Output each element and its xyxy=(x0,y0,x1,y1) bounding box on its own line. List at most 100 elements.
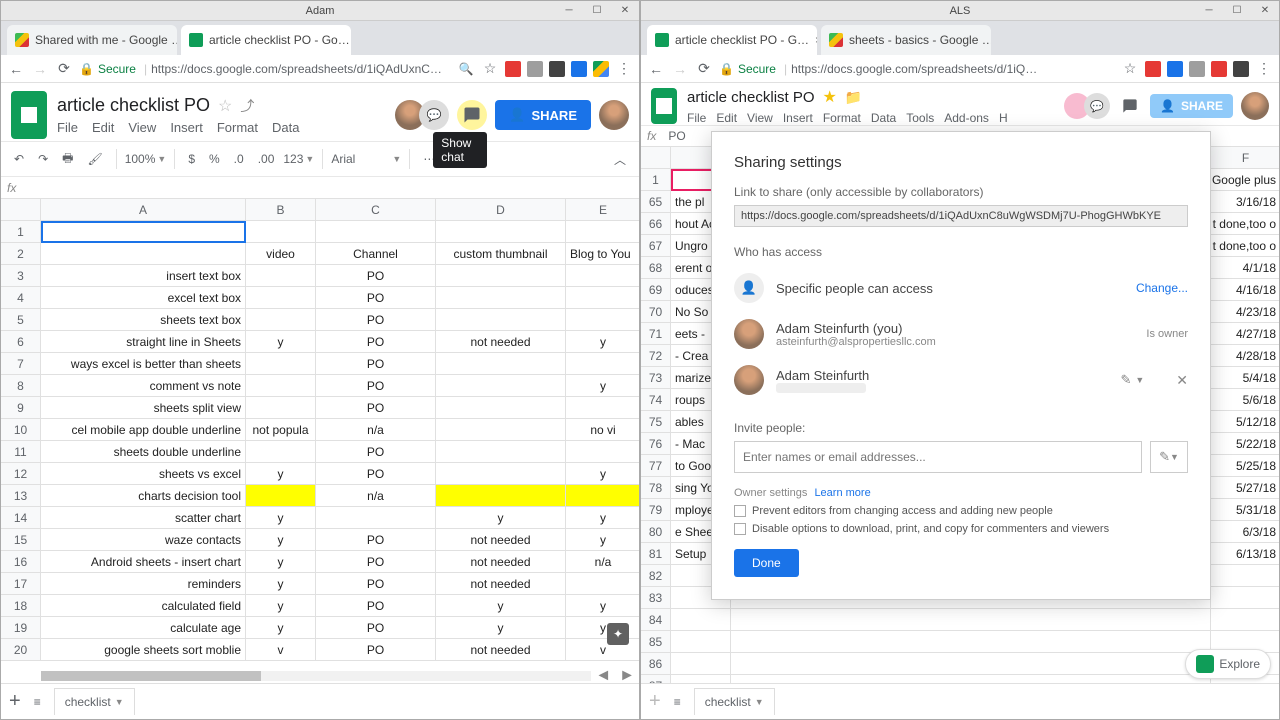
all-sheets-button[interactable]: ≡ xyxy=(29,692,46,712)
url-field[interactable]: 🔒 Secure | https://docs.google.com/sprea… xyxy=(79,62,451,76)
cell[interactable]: Blog to You xyxy=(566,243,639,265)
minimize-button[interactable]: ─ xyxy=(559,4,579,18)
explore-button[interactable]: Explore xyxy=(1185,649,1271,679)
cell[interactable]: not needed xyxy=(436,551,566,573)
sheets-logo-icon[interactable] xyxy=(651,88,677,124)
cell[interactable]: 73 xyxy=(641,367,671,389)
cell[interactable]: 86 xyxy=(641,653,671,675)
cell[interactable]: PO xyxy=(316,573,436,595)
cell[interactable] xyxy=(566,441,639,463)
cell[interactable]: 19 xyxy=(1,617,41,639)
dec-increase-button[interactable]: .00 xyxy=(253,149,280,169)
cell[interactable]: sheets double underline xyxy=(41,441,246,463)
cell[interactable] xyxy=(436,485,566,507)
cell[interactable] xyxy=(671,609,731,631)
cell[interactable]: 5/6/18 xyxy=(1211,389,1279,411)
zoom-icon[interactable]: 🔍 xyxy=(457,60,475,78)
cell[interactable]: y xyxy=(566,529,639,551)
menu-format[interactable]: Format xyxy=(217,120,258,135)
cell[interactable]: n/a xyxy=(566,551,639,573)
cell[interactable] xyxy=(566,485,639,507)
zoom-select[interactable]: 100%▼ xyxy=(125,152,167,166)
cell[interactable]: PO xyxy=(316,353,436,375)
cell[interactable]: 6 xyxy=(1,331,41,353)
doc-title[interactable]: article checklist PO xyxy=(57,95,210,116)
share-button[interactable]: 👤 SHARE xyxy=(1150,94,1233,118)
cell[interactable]: PO xyxy=(316,397,436,419)
cell[interactable]: 71 xyxy=(641,323,671,345)
cell[interactable]: 18 xyxy=(1,595,41,617)
cell[interactable] xyxy=(246,485,316,507)
menu-data[interactable]: Data xyxy=(871,111,896,125)
cell[interactable]: y xyxy=(246,507,316,529)
cell[interactable]: 69 xyxy=(641,279,671,301)
cell[interactable]: y xyxy=(566,331,639,353)
paint-format-button[interactable]: 🖌 xyxy=(82,149,107,169)
cell[interactable]: B xyxy=(246,199,316,221)
change-access-link[interactable]: Change... xyxy=(1136,281,1188,295)
cell[interactable] xyxy=(316,507,436,529)
cell[interactable]: n/a xyxy=(316,419,436,441)
cell[interactable] xyxy=(41,243,246,265)
menu-file[interactable]: File xyxy=(687,111,706,125)
reload-button[interactable]: ⟳ xyxy=(55,60,73,78)
cell[interactable]: 13 xyxy=(1,485,41,507)
cell[interactable]: PO xyxy=(316,265,436,287)
cell[interactable] xyxy=(1211,565,1279,587)
cell[interactable]: y xyxy=(566,507,639,529)
cell[interactable]: PO xyxy=(316,595,436,617)
cell[interactable]: A xyxy=(41,199,246,221)
cell[interactable]: 12 xyxy=(1,463,41,485)
browser-tab-active[interactable]: article checklist PO - G…× xyxy=(647,25,817,55)
cell[interactable]: PO xyxy=(316,529,436,551)
cell[interactable]: 4 xyxy=(1,287,41,309)
collaborator-chat-icon[interactable]: 💬 xyxy=(419,100,449,130)
cell[interactable] xyxy=(246,375,316,397)
star-icon[interactable]: ★ xyxy=(823,87,837,107)
cell[interactable]: F xyxy=(1211,147,1279,169)
cell[interactable]: sheets vs excel xyxy=(41,463,246,485)
cell[interactable] xyxy=(1211,587,1279,609)
cell[interactable]: 2 xyxy=(1,243,41,265)
cell[interactable]: t done,too o xyxy=(1211,213,1279,235)
cell[interactable]: n/a xyxy=(316,485,436,507)
cell[interactable]: 81 xyxy=(641,543,671,565)
cell[interactable]: sheets split view xyxy=(41,397,246,419)
cell[interactable]: 80 xyxy=(641,521,671,543)
cell[interactable] xyxy=(246,287,316,309)
cell[interactable] xyxy=(436,441,566,463)
cell[interactable]: 17 xyxy=(1,573,41,595)
menu-h[interactable]: H xyxy=(999,111,1008,125)
cell[interactable]: 4/1/18 xyxy=(1211,257,1279,279)
cell[interactable]: excel text box xyxy=(41,287,246,309)
cell[interactable]: 77 xyxy=(641,455,671,477)
cell[interactable]: 66 xyxy=(641,213,671,235)
cell[interactable]: y xyxy=(436,507,566,529)
cell[interactable] xyxy=(436,397,566,419)
prevent-editors-checkbox-row[interactable]: Prevent editors from changing access and… xyxy=(734,505,1188,517)
cell[interactable]: not needed xyxy=(436,573,566,595)
extension-icon[interactable] xyxy=(549,61,565,77)
cell[interactable]: Android sheets - insert chart xyxy=(41,551,246,573)
cell[interactable]: y xyxy=(566,375,639,397)
cell[interactable] xyxy=(436,221,566,243)
cell[interactable]: 5/25/18 xyxy=(1211,455,1279,477)
cell[interactable]: 1 xyxy=(641,169,671,191)
cell[interactable]: video xyxy=(246,243,316,265)
cell[interactable] xyxy=(436,375,566,397)
cell[interactable] xyxy=(566,309,639,331)
cell[interactable]: 5/4/18 xyxy=(1211,367,1279,389)
all-sheets-button[interactable]: ≡ xyxy=(669,692,686,712)
cell[interactable] xyxy=(246,221,316,243)
font-select[interactable]: Arial▼ xyxy=(331,152,401,166)
extension-icon[interactable] xyxy=(505,61,521,77)
cell[interactable]: PO xyxy=(316,309,436,331)
remove-collaborator-button[interactable]: ✕ xyxy=(1176,372,1188,389)
doc-title[interactable]: article checklist PO xyxy=(687,89,815,106)
sheets-logo-icon[interactable] xyxy=(11,91,47,139)
url-field[interactable]: 🔒 Secure | https://docs.google.com/sprea… xyxy=(719,62,1115,76)
move-folder-icon[interactable]: ⤴ xyxy=(240,96,254,116)
cell[interactable]: 72 xyxy=(641,345,671,367)
horizontal-scrollbar[interactable]: ◄► xyxy=(41,669,639,683)
close-tab-icon[interactable]: × xyxy=(815,33,817,47)
